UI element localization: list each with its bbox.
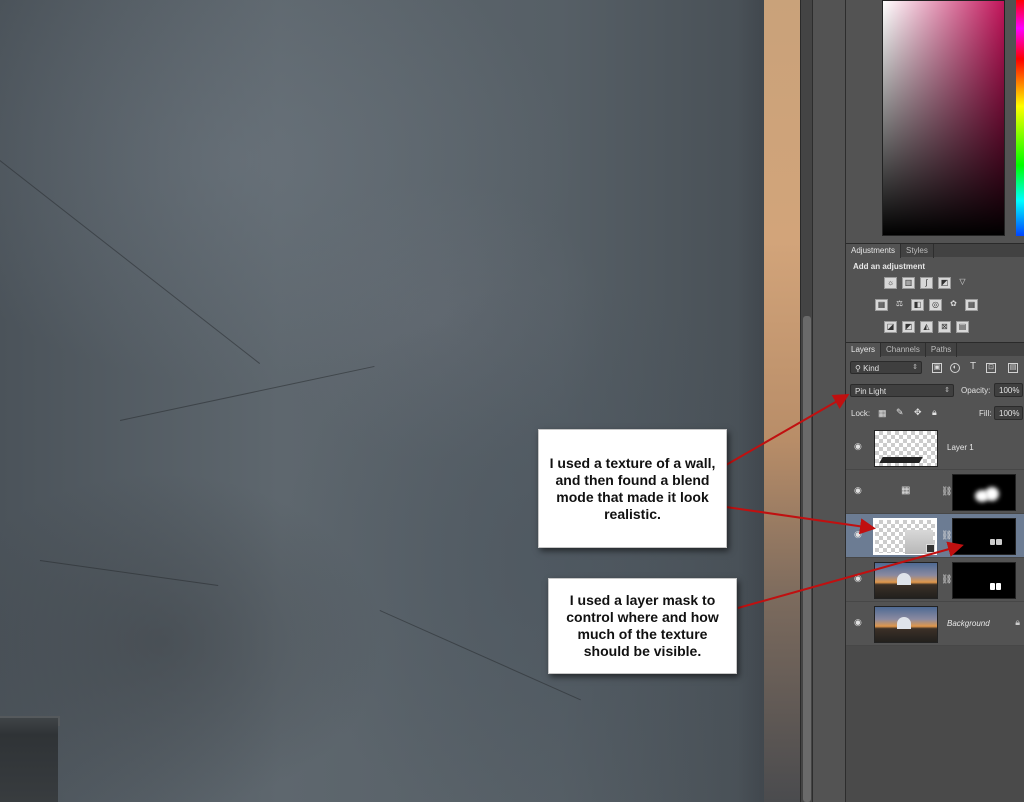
- layer-thumbnail: [874, 606, 938, 643]
- layer-row[interactable]: ◉ ⛓︎: [846, 558, 1024, 602]
- hue-saturation-icon[interactable]: ▦: [875, 299, 888, 311]
- callout-texture: I used a texture of a wall, and then fou…: [538, 429, 727, 548]
- photo-filter-icon[interactable]: ◎: [929, 299, 942, 311]
- lock-move-icon[interactable]: ✥: [914, 407, 922, 418]
- adjustment-filter-icon[interactable]: ◐: [950, 363, 960, 373]
- canvas-scrollbar[interactable]: [800, 0, 812, 802]
- chevron-updown-icon: ⇕: [912, 364, 918, 371]
- color-balance-icon[interactable]: ⚖: [893, 299, 906, 311]
- tab-channels[interactable]: Channels: [881, 343, 926, 357]
- curves-icon[interactable]: ∫: [920, 277, 933, 289]
- shape-filter-icon[interactable]: ⊡: [986, 363, 996, 373]
- layer-row[interactable]: ◉ ▦ ⛓︎: [846, 470, 1024, 514]
- layer-thumbnail: [874, 562, 938, 599]
- pixel-filter-icon[interactable]: ▣: [932, 363, 942, 373]
- search-icon: ⚲: [855, 364, 861, 373]
- layer-mask-thumbnail[interactable]: [952, 474, 1016, 511]
- lock-brush-icon[interactable]: ✎: [896, 407, 904, 418]
- tab-adjustments[interactable]: Adjustments: [846, 244, 902, 258]
- adjustment-icon-row: ▦ ⚖ ◧ ◎ ✿ ▦: [875, 299, 978, 311]
- selective-color-icon[interactable]: ⊠: [938, 321, 951, 333]
- layer-mask-thumbnail[interactable]: [952, 562, 1016, 599]
- opacity-input[interactable]: 100%: [994, 383, 1023, 397]
- adjustments-panel: Adjustments Styles Add an adjustment ☼ ▥…: [846, 243, 1024, 339]
- lock-transparent-icon[interactable]: ▦: [878, 408, 887, 419]
- threshold-icon[interactable]: ◭: [920, 321, 933, 333]
- levels-icon[interactable]: ▥: [902, 277, 915, 289]
- channel-mixer-icon[interactable]: ✿: [947, 299, 960, 311]
- brightness-contrast-icon[interactable]: ☼: [884, 277, 897, 289]
- adjustment-layer-icon: ▦: [901, 485, 911, 496]
- vibrance-icon[interactable]: ▽: [956, 277, 969, 289]
- canvas-sky-strip: [764, 0, 800, 802]
- tab-paths[interactable]: Paths: [926, 343, 958, 357]
- eye-icon[interactable]: ◉: [854, 618, 864, 627]
- fill-input[interactable]: 100%: [994, 406, 1023, 420]
- smart-object-badge-icon: [926, 544, 935, 553]
- eye-icon[interactable]: ◉: [854, 530, 864, 539]
- tab-styles[interactable]: Styles: [901, 244, 934, 258]
- panel-dock-bar: [812, 0, 846, 802]
- color-picker-panel: [846, 0, 1024, 240]
- posterize-icon[interactable]: ◩: [902, 321, 915, 333]
- wall-crack: [39, 560, 219, 587]
- adjustment-icon-row: ☼ ▥ ∫ ◩ ▽: [884, 277, 969, 289]
- layers-tab-bar: Layers Channels Paths: [846, 342, 1024, 357]
- layers-empty-area: [846, 646, 1024, 802]
- link-icon[interactable]: ⛓︎: [941, 574, 952, 585]
- callout-texture-text: I used a texture of a wall, and then fou…: [549, 454, 716, 522]
- exposure-icon[interactable]: ◩: [938, 277, 951, 289]
- adjustments-tab-bar: Adjustments Styles: [846, 243, 1024, 258]
- callout-mask: I used a layer mask to control where and…: [548, 578, 737, 674]
- gradient-map-icon[interactable]: ▤: [956, 321, 969, 333]
- wall-crack: [0, 160, 261, 364]
- hue-slider[interactable]: [1016, 0, 1024, 236]
- black-white-icon[interactable]: ◧: [911, 299, 924, 311]
- layer-mask-thumbnail[interactable]: [952, 518, 1016, 555]
- lock-all-icon[interactable]: 🔒︎: [932, 407, 937, 418]
- chevron-updown-icon: ⇕: [944, 387, 950, 394]
- eye-icon[interactable]: ◉: [854, 574, 864, 583]
- tab-layers[interactable]: Layers: [846, 343, 882, 357]
- callout-mask-text: I used a layer mask to control where and…: [566, 592, 719, 659]
- layer-name: Layer 1: [947, 443, 974, 452]
- link-icon[interactable]: ⛓︎: [941, 486, 952, 497]
- layers-panel: Layers Channels Paths ⚲ Kind ⇕ ▣ ◐ T ⊡ ▤…: [846, 342, 1024, 802]
- layer-name: Background: [947, 619, 990, 628]
- adjustment-icon-row: ◪ ◩ ◭ ⊠ ▤: [884, 321, 969, 333]
- link-icon[interactable]: ⛓︎: [941, 530, 952, 541]
- color-field[interactable]: [882, 0, 1005, 236]
- invert-icon[interactable]: ◪: [884, 321, 897, 333]
- fill-label: Fill:: [979, 409, 992, 418]
- scrollbar-thumb[interactable]: [803, 316, 811, 802]
- layer-thumbnail: [874, 430, 938, 467]
- lock-label: Lock:: [851, 409, 871, 418]
- lock-icon: 🔒︎: [1015, 617, 1020, 627]
- adjustments-heading: Add an adjustment: [853, 262, 926, 271]
- layer-row[interactable]: ◉ Layer 1: [846, 426, 1024, 470]
- blend-mode-label: Pin Light: [855, 387, 887, 396]
- layer-thumbnail: [873, 518, 937, 555]
- opacity-label: Opacity:: [961, 386, 991, 395]
- layer-row-selected[interactable]: ◉ ⛓︎: [846, 514, 1024, 558]
- panel-column: Adjustments Styles Add an adjustment ☼ ▥…: [846, 0, 1024, 802]
- filter-kind-label: Kind: [863, 364, 880, 373]
- document-canvas[interactable]: [0, 0, 800, 802]
- type-filter-icon[interactable]: T: [968, 362, 978, 373]
- eye-icon[interactable]: ◉: [854, 486, 864, 495]
- color-lookup-icon[interactable]: ▦: [965, 299, 978, 311]
- wall-ledge: [0, 718, 58, 802]
- layer-row[interactable]: ◉ Background 🔒︎: [846, 602, 1024, 646]
- blend-mode-select[interactable]: Pin Light ⇕: [850, 384, 954, 397]
- smart-object-filter-icon[interactable]: ▤: [1008, 363, 1018, 373]
- layer-filter-kind-select[interactable]: ⚲ Kind ⇕: [850, 361, 922, 374]
- wall-crack: [120, 365, 375, 421]
- eye-icon[interactable]: ◉: [854, 442, 864, 451]
